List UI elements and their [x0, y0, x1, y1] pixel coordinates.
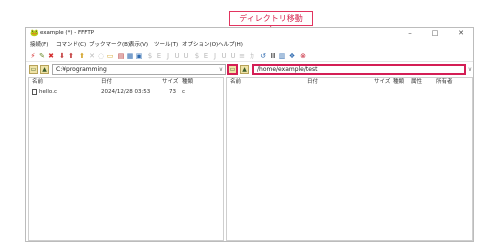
local-folder-icon[interactable]: ▲	[40, 65, 49, 74]
remote-move-dir-icon[interactable]: ▭	[227, 64, 238, 75]
view-list-icon[interactable]: ▦	[126, 52, 134, 61]
toolbar: ⚡ ✎ ✖ ⬇ ⬆ ⬆ ✕ ◌ ▭ ▤ ▦ ▣ $ E J U U $ E J …	[26, 51, 473, 62]
annotation-callout: ディレクトリ移動	[229, 11, 313, 26]
cancel-icon[interactable]: ⊗	[299, 52, 307, 61]
title-bar: 🐸 example (*) - FFFTP – □ ✕	[26, 28, 473, 39]
filter-icon[interactable]: ❖	[288, 52, 296, 61]
sync-icon[interactable]: $	[146, 52, 154, 61]
menu-connect[interactable]: 接続(F)	[30, 40, 48, 50]
local-col-type[interactable]: 種類	[182, 78, 193, 87]
kanji-2-icon[interactable]: E	[202, 52, 210, 61]
local-path-input[interactable]: C:¥programming	[52, 64, 226, 75]
menu-bookmark[interactable]: ブックマーク(B)	[89, 40, 130, 50]
kanji-5-icon[interactable]: U	[229, 52, 237, 61]
menu-options[interactable]: オプション(O)	[182, 40, 218, 50]
menu-bar: 接続(F) コマンド(C) ブックマーク(B) 表示(V) ツール(T) オプシ…	[26, 40, 473, 50]
minimize-button[interactable]: –	[401, 28, 419, 39]
window-title: example (*) - FFFTP	[40, 30, 95, 36]
menu-command[interactable]: コマンド(C)	[56, 40, 86, 50]
menu-view[interactable]: 表示(V)	[129, 40, 148, 50]
mirror-icon[interactable]: E	[155, 52, 163, 61]
delete-icon[interactable]: ✕	[88, 52, 96, 61]
view-icon[interactable]: ▤	[117, 52, 125, 61]
rename-icon[interactable]: ◌	[97, 52, 105, 61]
close-button[interactable]: ✕	[452, 28, 470, 39]
kana-icon[interactable]: ｶ	[248, 52, 256, 61]
local-file-name[interactable]: hello.c	[39, 88, 57, 96]
auto-icon[interactable]: U	[182, 52, 190, 61]
binary-icon[interactable]: J	[164, 52, 172, 61]
local-drive-icon[interactable]: ▭	[29, 65, 38, 74]
local-col-date[interactable]: 日付	[101, 78, 112, 87]
upload-icon[interactable]: ⬆	[67, 52, 75, 61]
connect-icon[interactable]: ⚡	[29, 52, 37, 61]
download-icon[interactable]: ⬇	[58, 52, 66, 61]
remote-path-input[interactable]: /home/example/test	[252, 64, 466, 75]
disconnect-icon[interactable]: ✖	[47, 52, 55, 61]
local-file-date: 2024/12/28 03:53	[101, 89, 151, 95]
local-file-pane: 名前 日付 サイズ 種類 hello.c 2024/12/28 03:53 73…	[28, 77, 224, 241]
view-list2-icon[interactable]: ▥	[278, 52, 286, 61]
menu-tools[interactable]: ツール(T)	[154, 40, 178, 50]
menu-help[interactable]: ヘルプ(H)	[218, 40, 243, 50]
local-path-bar: ▭ ▲ C:¥programming ∨	[28, 64, 226, 75]
remote-file-pane: 名前 日付 サイズ 種類 属性 所有者	[226, 77, 473, 241]
remote-col-date[interactable]: 日付	[307, 78, 318, 87]
local-file-size: 73	[169, 89, 176, 95]
local-path-dropdown-icon[interactable]: ∨	[217, 64, 225, 75]
quick-connect-icon[interactable]: ✎	[38, 52, 46, 61]
maximize-button[interactable]: □	[426, 28, 444, 39]
ffftp-window: 🐸 example (*) - FFFTP – □ ✕ 接続(F) コマンド(C…	[25, 27, 474, 242]
parent-folder-icon[interactable]: ⬆	[78, 52, 86, 61]
copy-icon[interactable]: ▣	[135, 52, 143, 61]
kanji-1-icon[interactable]: $	[193, 52, 201, 61]
file-icon	[32, 89, 37, 95]
view-detail-icon[interactable]: Ⅲ	[269, 52, 277, 61]
remote-col-name[interactable]: 名前	[230, 78, 241, 87]
kanji-4-icon[interactable]: U	[220, 52, 228, 61]
kanji-6-icon[interactable]: ≡	[238, 52, 246, 61]
remote-path-bar: ▭ ▲ /home/example/test ∨	[227, 64, 473, 75]
remote-col-type[interactable]: 種類	[393, 78, 404, 87]
refresh-icon[interactable]: ↺	[259, 52, 267, 61]
mkdir-icon[interactable]: ▭	[106, 52, 114, 61]
remote-path-dropdown-icon[interactable]: ∨	[466, 64, 474, 75]
local-col-name[interactable]: 名前	[32, 78, 43, 87]
remote-folder-icon[interactable]: ▲	[240, 65, 249, 74]
local-col-size[interactable]: サイズ	[162, 78, 178, 87]
remote-col-owner[interactable]: 所有者	[436, 78, 453, 87]
kanji-3-icon[interactable]: J	[211, 52, 219, 61]
remote-col-attr[interactable]: 属性	[411, 78, 422, 87]
local-file-type: c	[182, 89, 186, 95]
app-frog-icon: 🐸	[30, 29, 39, 37]
remote-col-size[interactable]: サイズ	[374, 78, 390, 87]
text-icon[interactable]: U	[173, 52, 181, 61]
